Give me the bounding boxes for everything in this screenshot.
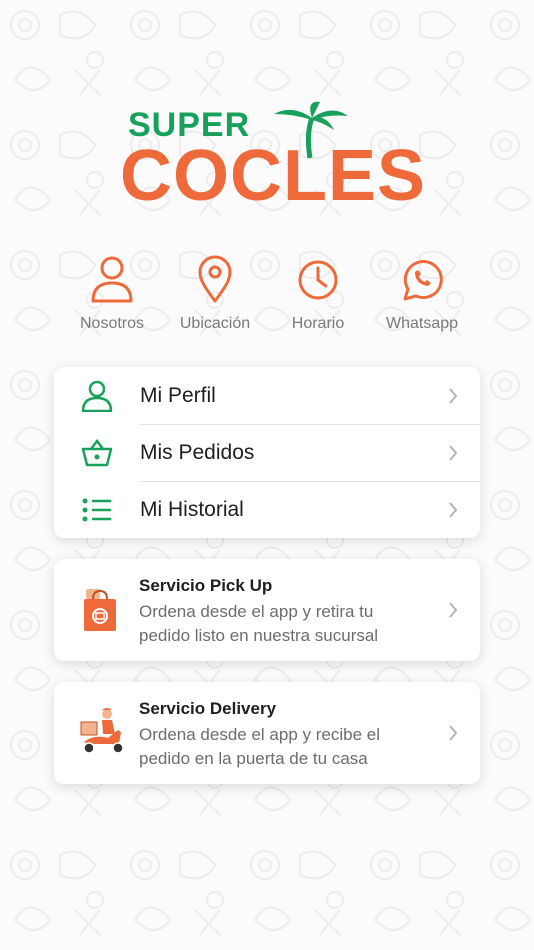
quick-link-horario[interactable]: Horario [263, 255, 373, 333]
menu-item-label: Mis Pedidos [140, 441, 255, 464]
service-title: Servicio Delivery [139, 699, 277, 718]
service-pickup-card[interactable]: Servicio Pick Up Ordena desde el app y r… [54, 559, 480, 661]
delivery-scooter-icon [80, 708, 124, 754]
user-icon [81, 380, 113, 412]
quick-link-whatsapp[interactable]: Whatsapp [367, 255, 477, 333]
basket-icon [81, 438, 113, 467]
menu-item-mis-pedidos[interactable]: Mis Pedidos [54, 424, 480, 481]
quick-link-ubicacion[interactable]: Ubicación [160, 255, 270, 333]
quick-link-label: Nosotros [79, 315, 145, 332]
quick-link-nosotros[interactable]: Nosotros [57, 255, 167, 333]
quick-link-label: Ubicación [179, 315, 251, 332]
shopping-bag-icon [84, 589, 116, 631]
chevron-right-icon [449, 725, 458, 741]
user-icon [91, 256, 133, 303]
logo-cocles-text: COCLES [120, 136, 427, 216]
whatsapp-icon [403, 260, 443, 301]
service-description: Ordena desde el app y retira tu pedido l… [139, 602, 379, 645]
clock-icon [298, 260, 338, 300]
quick-link-label: Horario [291, 315, 345, 332]
menu-item-mi-historial[interactable]: Mi Historial [54, 481, 480, 538]
account-menu-card: Mi Perfil Mis Pedidos Mi Historial [54, 367, 480, 538]
list-icon [82, 498, 111, 522]
chevron-right-icon [449, 445, 458, 461]
supercocles-logo: SUPER COCLES [120, 100, 425, 215]
service-title: Servicio Pick Up [139, 576, 273, 595]
menu-item-mi-perfil[interactable]: Mi Perfil [54, 367, 480, 424]
menu-item-label: Mi Perfil [140, 384, 216, 407]
chevron-right-icon [449, 502, 458, 518]
service-description: Ordena desde el app y recibe el pedido e… [139, 725, 380, 768]
chevron-right-icon [449, 602, 458, 618]
quick-links-bar: Nosotros Ubicación Horario Whatsapp [0, 255, 534, 340]
service-delivery-card[interactable]: Servicio Delivery Ordena desde el app y … [54, 682, 480, 784]
menu-item-label: Mi Historial [140, 498, 244, 521]
location-pin-icon [198, 255, 232, 303]
chevron-right-icon [449, 388, 458, 404]
quick-link-label: Whatsapp [385, 315, 459, 332]
